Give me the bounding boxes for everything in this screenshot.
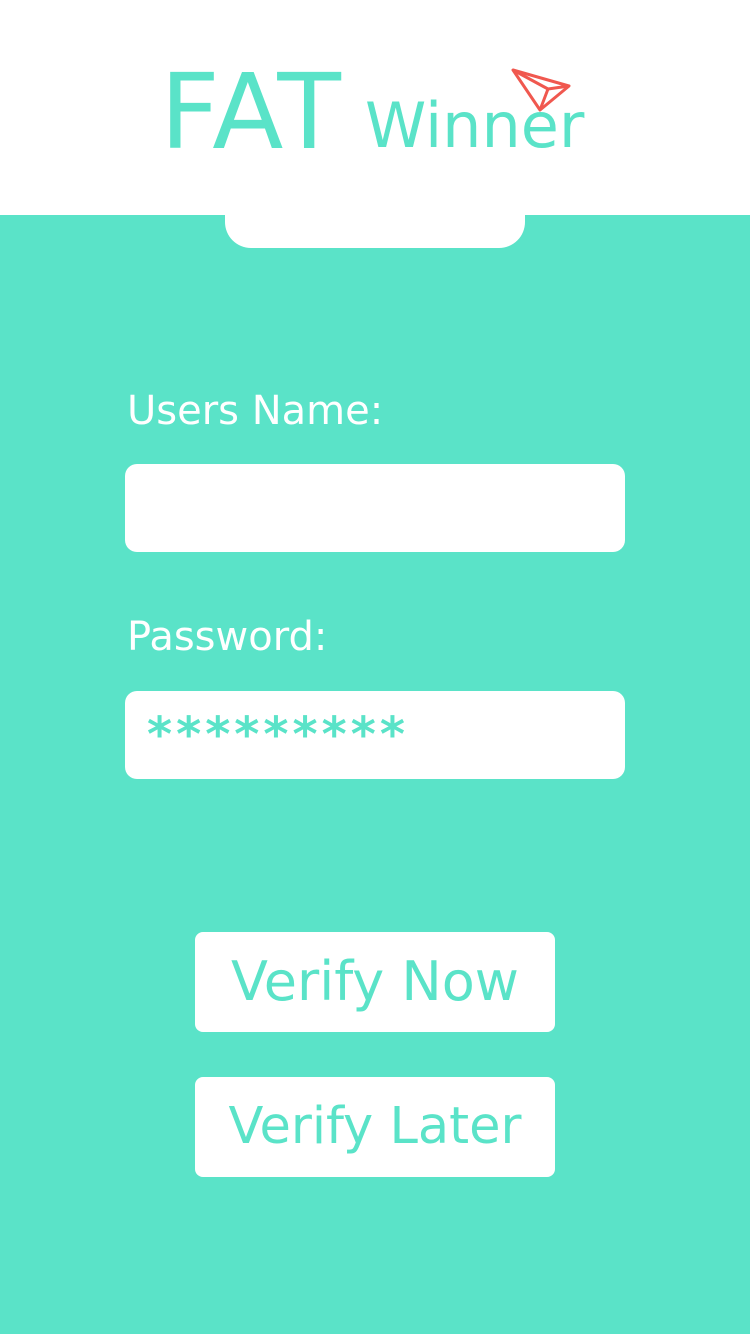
password-input[interactable]: ********* xyxy=(125,691,625,779)
verify-now-button[interactable]: Verify Now xyxy=(195,932,555,1032)
username-input[interactable] xyxy=(125,464,625,552)
paper-plane-icon xyxy=(511,68,571,112)
password-label: Password: xyxy=(127,614,328,660)
logo-primary-text: FAT xyxy=(160,51,343,173)
username-label: Users Name: xyxy=(127,388,384,434)
header-tab xyxy=(225,180,525,248)
verify-later-button[interactable]: Verify Later xyxy=(195,1077,555,1177)
